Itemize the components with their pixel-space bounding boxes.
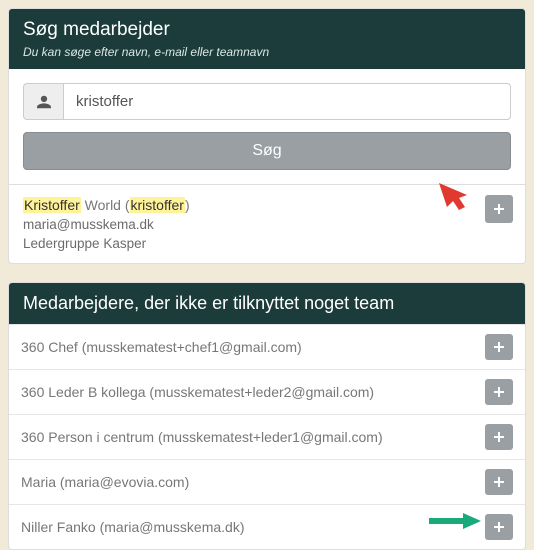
search-result-email: maria@musskema.dk	[23, 217, 511, 232]
plus-icon	[493, 386, 505, 398]
search-input[interactable]	[63, 83, 511, 120]
unassigned-row-label: 360 Chef (musskematest+chef1@gmail.com)	[21, 339, 302, 355]
add-result-button[interactable]	[485, 195, 513, 223]
search-panel-body: Søg	[9, 69, 525, 184]
search-button[interactable]: Søg	[23, 132, 511, 170]
plus-icon	[493, 431, 505, 443]
search-panel-subtitle: Du kan søge efter navn, e-mail eller tea…	[23, 45, 511, 59]
search-result: Kristoffer World (kristoffer) maria@muss…	[9, 184, 525, 263]
plus-icon	[493, 521, 505, 533]
unassigned-row-label: 360 Leder B kollega (musskematest+leder2…	[21, 384, 374, 400]
search-panel-title: Søg medarbejder	[23, 19, 511, 41]
unassigned-panel-title: Medarbejdere, der ikke er tilknyttet nog…	[23, 293, 511, 314]
unassigned-row: Maria (maria@evovia.com)	[9, 459, 525, 504]
unassigned-row-label: Niller Fanko (maria@musskema.dk)	[21, 519, 244, 535]
add-employee-button[interactable]	[485, 469, 513, 495]
plus-icon	[493, 476, 505, 488]
unassigned-row: 360 Person i centrum (musskematest+leder…	[9, 414, 525, 459]
user-icon	[23, 83, 63, 120]
plus-icon	[493, 203, 505, 215]
arrow-annotation-green	[429, 511, 481, 531]
add-employee-button[interactable]	[485, 424, 513, 450]
search-result-name: Kristoffer World (kristoffer)	[23, 197, 511, 213]
add-employee-button[interactable]	[485, 514, 513, 540]
search-panel-header: Søg medarbejder Du kan søge efter navn, …	[9, 9, 525, 69]
add-employee-button[interactable]	[485, 379, 513, 405]
unassigned-row-label: 360 Person i centrum (musskematest+leder…	[21, 429, 383, 445]
unassigned-row: 360 Chef (musskematest+chef1@gmail.com)	[9, 324, 525, 369]
search-result-team: Ledergruppe Kasper	[23, 236, 511, 251]
search-input-group	[23, 83, 511, 120]
add-employee-button[interactable]	[485, 334, 513, 360]
unassigned-row-label: Maria (maria@evovia.com)	[21, 474, 189, 490]
unassigned-row: Niller Fanko (maria@musskema.dk)	[9, 504, 525, 549]
unassigned-panel-header: Medarbejdere, der ikke er tilknyttet nog…	[9, 283, 525, 324]
unassigned-panel: Medarbejdere, der ikke er tilknyttet nog…	[8, 282, 526, 550]
unassigned-row: 360 Leder B kollega (musskematest+leder2…	[9, 369, 525, 414]
search-panel: Søg medarbejder Du kan søge efter navn, …	[8, 8, 526, 264]
plus-icon	[493, 341, 505, 353]
